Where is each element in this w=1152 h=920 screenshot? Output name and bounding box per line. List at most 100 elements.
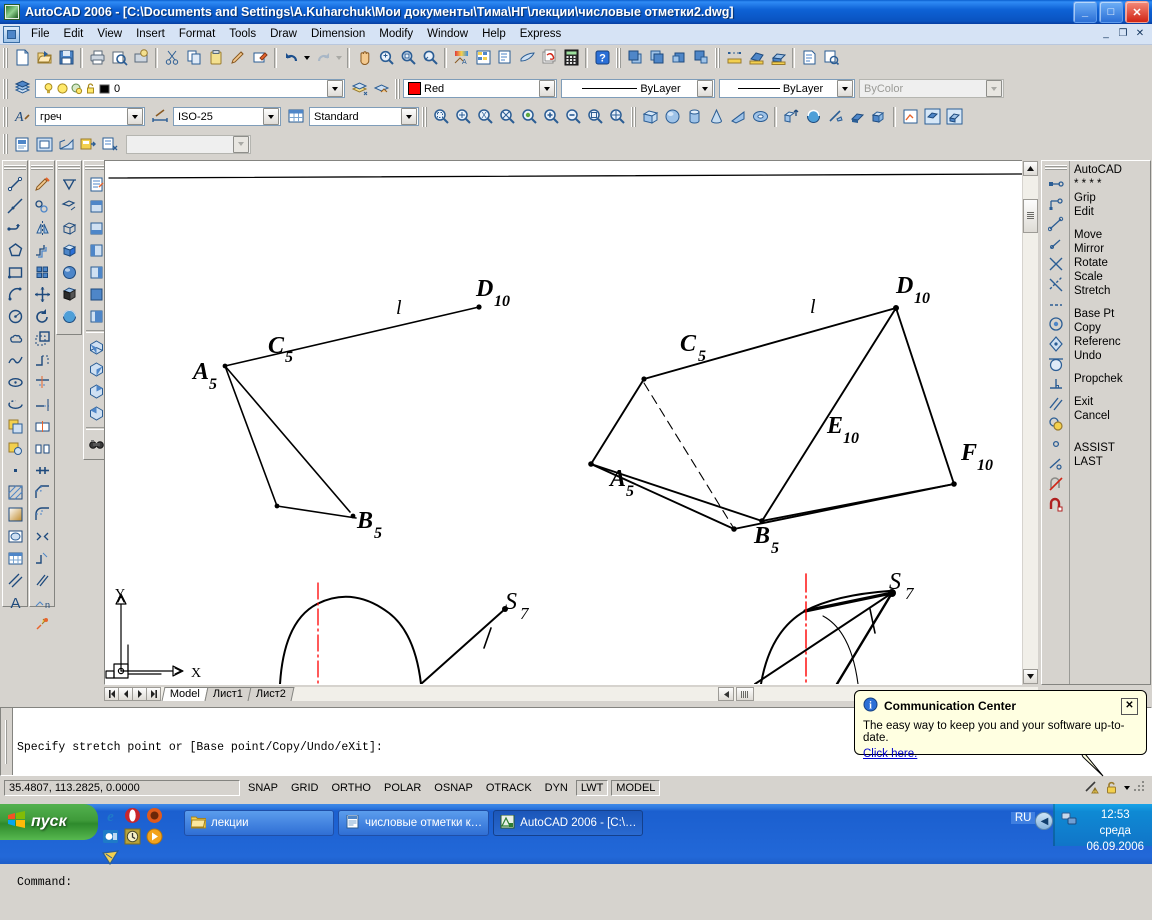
- menu-dimension[interactable]: Dimension: [304, 26, 372, 42]
- send-to-back-icon[interactable]: [646, 47, 668, 69]
- spline-icon[interactable]: [4, 349, 26, 371]
- make-block-icon[interactable]: [4, 437, 26, 459]
- snap-parallel-icon[interactable]: [1045, 294, 1067, 314]
- zoom-dynamic-icon[interactable]: [452, 106, 474, 128]
- screen-menu-autocad[interactable]: AutoCAD: [1074, 163, 1150, 177]
- tray-menu-icon[interactable]: [1124, 786, 1130, 790]
- section-icon[interactable]: [846, 106, 868, 128]
- snap-intersection-icon[interactable]: [1045, 234, 1067, 254]
- text-style-dropdown-arrow[interactable]: [127, 108, 143, 125]
- text-style-combo[interactable]: греч: [35, 107, 145, 126]
- lock-toolbars-icon[interactable]: [1104, 779, 1120, 798]
- break-at-point-icon[interactable]: [31, 415, 53, 437]
- offset-icon[interactable]: [31, 239, 53, 261]
- calculator-icon[interactable]: [560, 47, 582, 69]
- screen-menu-copy[interactable]: Copy: [1074, 321, 1150, 335]
- send-under-object-icon[interactable]: [690, 47, 712, 69]
- 2d-solid-icon[interactable]: [58, 173, 80, 195]
- snap-extension-icon[interactable]: [1045, 274, 1067, 294]
- 3d-solid-icon[interactable]: [767, 47, 789, 69]
- menu-window[interactable]: Window: [420, 26, 475, 42]
- edit-polyline-icon[interactable]: [31, 547, 53, 569]
- snap-insert-icon[interactable]: [1045, 414, 1067, 434]
- polygon-icon[interactable]: [4, 239, 26, 261]
- screen-menu-base-pt[interactable]: Base Pt: [1074, 307, 1150, 321]
- gradient-icon[interactable]: [4, 503, 26, 525]
- extend-icon[interactable]: [31, 393, 53, 415]
- discard-reference-edits-icon[interactable]: [99, 133, 121, 155]
- tool-palettes-icon[interactable]: [538, 47, 560, 69]
- dyn-toggle[interactable]: DYN: [540, 780, 573, 796]
- media-play-icon[interactable]: [146, 828, 163, 845]
- parallel-lines-icon[interactable]: [31, 569, 53, 591]
- otrack-toggle[interactable]: OTRACK: [481, 780, 537, 796]
- box-solid-icon[interactable]: [639, 106, 661, 128]
- join-icon[interactable]: [31, 459, 53, 481]
- zoom-in-icon[interactable]: [540, 106, 562, 128]
- layout-tab-list1[interactable]: Лист1: [204, 687, 252, 701]
- table-style-manager-icon[interactable]: [285, 106, 307, 128]
- snap-center-icon[interactable]: [1045, 314, 1067, 334]
- point-icon[interactable]: [4, 459, 26, 481]
- zoom-previous-icon[interactable]: [397, 47, 419, 69]
- add-to-working-set-icon[interactable]: [33, 133, 55, 155]
- zoom-extents-icon[interactable]: [606, 106, 628, 128]
- toolbar-grip[interactable]: [421, 106, 428, 127]
- document-control-icon[interactable]: [3, 25, 20, 43]
- tab-last-button[interactable]: [146, 687, 161, 701]
- extrude-icon[interactable]: [780, 106, 802, 128]
- internet-explorer-icon[interactable]: e: [102, 807, 119, 825]
- 3d-face-icon[interactable]: [745, 47, 767, 69]
- point-snap-icon[interactable]: n: [31, 591, 53, 613]
- wedge-surface-icon[interactable]: [58, 283, 80, 305]
- zoom-out-icon[interactable]: [562, 106, 584, 128]
- line-icon[interactable]: [4, 173, 26, 195]
- layer-previous-icon[interactable]: [348, 78, 370, 100]
- scroll-up-button[interactable]: [1023, 161, 1038, 176]
- toolbar-grip[interactable]: [2, 47, 9, 68]
- revision-cloud-icon[interactable]: [4, 327, 26, 349]
- move-icon[interactable]: [31, 283, 53, 305]
- screen-menu-assist[interactable]: ASSIST: [1074, 441, 1150, 455]
- copy-object-icon[interactable]: [31, 195, 53, 217]
- osnap-settings-icon[interactable]: [1045, 494, 1067, 514]
- table-style-icon[interactable]: [472, 47, 494, 69]
- sheet-set-manager-icon[interactable]: [798, 47, 820, 69]
- fillet-icon[interactable]: [31, 503, 53, 525]
- tab-first-button[interactable]: [104, 687, 119, 701]
- linetype-control-dropdown-arrow[interactable]: [697, 80, 713, 97]
- menu-tools[interactable]: Tools: [222, 26, 263, 42]
- cylinder-solid-icon[interactable]: [683, 106, 705, 128]
- bring-above-object-icon[interactable]: [668, 47, 690, 69]
- multiline-icon[interactable]: [4, 569, 26, 591]
- setup-view-icon[interactable]: [921, 106, 943, 128]
- setup-profile-icon[interactable]: [943, 106, 965, 128]
- plot-preview-icon[interactable]: [108, 47, 130, 69]
- toolbar-grip[interactable]: [2, 134, 9, 154]
- revolve-icon[interactable]: [802, 106, 824, 128]
- snap-from-icon[interactable]: [1045, 174, 1067, 194]
- dish-surface-icon[interactable]: [58, 305, 80, 327]
- stretch-icon[interactable]: [31, 349, 53, 371]
- table-style-combo[interactable]: Standard: [309, 107, 419, 126]
- markup-set-manager-icon[interactable]: [820, 47, 842, 69]
- maximize-button[interactable]: □: [1099, 1, 1123, 23]
- menu-draw[interactable]: Draw: [263, 26, 304, 42]
- lwt-toggle[interactable]: LWT: [575, 780, 609, 796]
- properties-icon[interactable]: [249, 47, 271, 69]
- menu-insert[interactable]: Insert: [129, 26, 172, 42]
- layer-color-swatch[interactable]: [98, 82, 111, 95]
- erase-icon[interactable]: [31, 173, 53, 195]
- arc-icon[interactable]: [4, 283, 26, 305]
- snap-endpoint-icon[interactable]: [1045, 194, 1067, 214]
- screen-menu-cancel[interactable]: Cancel: [1074, 409, 1150, 423]
- slice-icon[interactable]: [824, 106, 846, 128]
- screen-menu-move[interactable]: Move: [1074, 228, 1150, 242]
- toolbar-grip[interactable]: [4, 164, 26, 171]
- menu-format[interactable]: Format: [172, 26, 222, 42]
- match-properties-icon[interactable]: [227, 47, 249, 69]
- region-icon[interactable]: [4, 525, 26, 547]
- snap-apparent-intersection-icon[interactable]: [1045, 254, 1067, 274]
- ellipse-icon[interactable]: [4, 371, 26, 393]
- zoom-object-icon[interactable]: [518, 106, 540, 128]
